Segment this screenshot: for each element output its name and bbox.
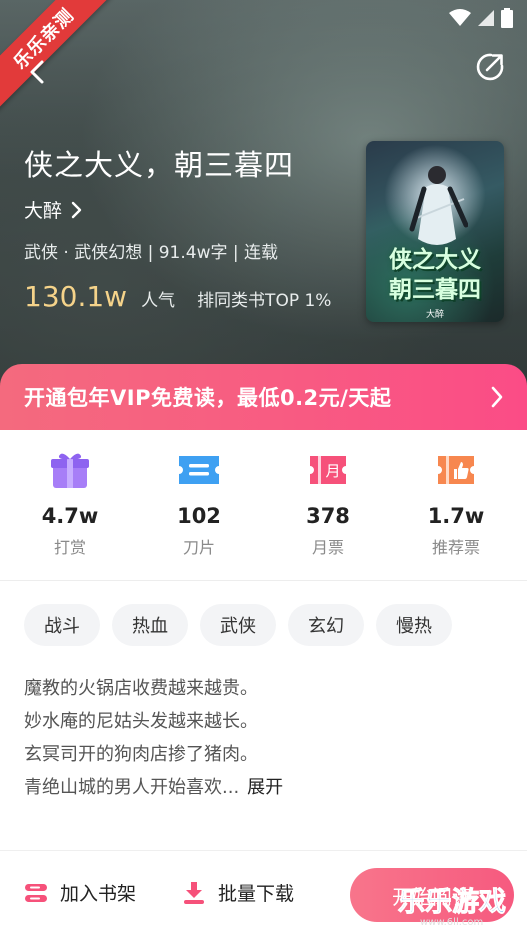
gift-icon (51, 453, 89, 488)
vip-promo-banner[interactable]: 开通包年VIP免费读，最低0.2元/天起 (0, 364, 527, 430)
tag-chip[interactable]: 战斗 (24, 604, 100, 646)
tag-list: 战斗 热血 武侠 玄幻 慢热 (24, 604, 452, 646)
stat-recommend-ticket[interactable]: 1.7w 推荐票 (401, 450, 511, 558)
monthly-ticket-icon: 月 (310, 456, 346, 484)
cover-author: 大醉 (425, 310, 444, 320)
stat-monthly-ticket[interactable]: 月 378 月票 (273, 450, 383, 558)
batch-download-label: 批量下载 (218, 883, 295, 905)
rank-text: 排同类书TOP 1% (197, 291, 332, 311)
cover-title-line2: 朝三暮四 (389, 276, 481, 303)
bookshelf-icon (25, 883, 47, 902)
description-line: 青绝山城的男人开始喜欢... (24, 777, 240, 798)
vip-banner-text: 开通包年VIP免费读，最低0.2元/天起 (24, 386, 392, 410)
chevron-right-icon (491, 386, 503, 408)
stat-label: 推荐票 (431, 538, 480, 557)
stat-label: 月票 (311, 538, 344, 557)
svg-text:月: 月 (325, 462, 340, 480)
book-title: 侠之大义，朝三暮四 (24, 148, 295, 182)
book-meta: 武侠 · 武侠幻想 | 91.4w字 | 连载 (24, 243, 279, 263)
description-line: 玄冥司开的狗肉店掺了猪肉。 (24, 744, 258, 765)
popularity-row: 130.1w 人气 排同类书TOP 1% (24, 280, 331, 313)
author-link[interactable]: 大醉 (24, 196, 82, 223)
tag-chip[interactable]: 慢热 (376, 604, 452, 646)
cover-title-line1: 侠之大义 (389, 246, 481, 273)
book-cover[interactable]: 侠之大义 朝三暮四 大醉 (366, 141, 504, 322)
tag-chip[interactable]: 武侠 (200, 604, 276, 646)
chevron-left-icon[interactable] (24, 58, 52, 86)
watermark-url: www.6ll.com (420, 917, 484, 928)
add-to-shelf-label: 加入书架 (60, 883, 137, 905)
stats-row: 4.7w 打赏 102 刀片 月 378 月票 1.7w 推荐票 (0, 430, 527, 580)
stat-label: 打赏 (53, 538, 86, 557)
ticket-icon (179, 456, 219, 484)
share-icon[interactable] (475, 52, 505, 82)
download-icon (184, 881, 204, 904)
description-line: 魔教的火锅店收费越来越贵。 (24, 678, 258, 699)
book-description: 魔教的火锅店收费越来越贵。 妙水庵的尼姑头发越来越长。 玄冥司开的狗肉店掺了猪肉… (24, 672, 504, 804)
tag-chip[interactable]: 热血 (112, 604, 188, 646)
popularity-label: 人气 (141, 291, 176, 311)
battery-icon (501, 8, 513, 28)
stat-value: 102 (177, 504, 221, 528)
signal-icon (478, 10, 494, 26)
description-line-last: 青绝山城的男人开始喜欢... 展开 (24, 771, 504, 804)
description-line: 妙水庵的尼姑头发越来越长。 (24, 711, 258, 732)
expand-link[interactable]: 展开 (247, 777, 283, 798)
cover-title: 侠之大义 朝三暮四 (372, 245, 498, 305)
batch-download-button[interactable]: 批量下载 (182, 879, 294, 906)
stat-value: 1.7w (427, 504, 485, 528)
popularity-value: 130.1w (24, 280, 128, 313)
wifi-icon (449, 9, 471, 26)
section-divider (0, 580, 527, 581)
thumbs-up-ticket-icon (438, 456, 474, 484)
stat-blade[interactable]: 102 刀片 (144, 450, 254, 558)
watermark-text: 乐乐游戏 (398, 887, 507, 919)
stat-value: 378 (306, 504, 350, 528)
author-name: 大醉 (24, 200, 63, 222)
chevron-right-icon (71, 201, 82, 218)
stat-reward[interactable]: 4.7w 打赏 (15, 450, 125, 558)
stat-label: 刀片 (182, 538, 215, 557)
watermark-logo: 乐乐游戏 www.6ll.com (398, 880, 527, 938)
stat-value: 4.7w (41, 504, 99, 528)
add-to-shelf-button[interactable]: 加入书架 (24, 879, 136, 906)
tag-chip[interactable]: 玄幻 (288, 604, 364, 646)
